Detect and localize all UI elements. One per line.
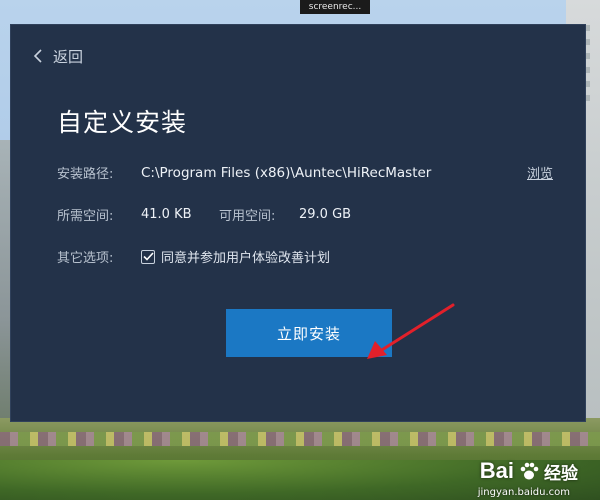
baidu-watermark: Bai 经验 xyxy=(480,458,578,484)
watermark-logo-text: Bai xyxy=(479,458,514,483)
page-title: 自定义安装 xyxy=(57,108,188,137)
install-path-label: 安装路径: xyxy=(57,167,114,182)
experience-program-checkbox[interactable] xyxy=(141,249,155,264)
experience-program-label: 同意并参加用户体验改善计划 xyxy=(161,251,331,266)
back-label: 返回 xyxy=(53,47,84,66)
back-button[interactable]: 返回 xyxy=(33,45,83,67)
install-path-value: C:\Program Files (x86)\Auntec\HiRecMaste… xyxy=(141,164,432,181)
recorder-label: screenrec... xyxy=(300,0,370,14)
available-space-label: 可用空间: xyxy=(219,209,276,224)
options-label: 其它选项: xyxy=(57,251,114,266)
browse-link[interactable]: 浏览 xyxy=(527,163,553,182)
install-now-button[interactable]: 立即安装 xyxy=(226,309,392,357)
install-path-row: 安装路径: C:\Program Files (x86)\Auntec\HiRe… xyxy=(57,163,557,183)
paw-icon xyxy=(520,462,539,480)
checkmark-icon xyxy=(142,252,154,261)
space-row: 所需空间: 41.0 KB 可用空间: 29.0 GB xyxy=(57,205,377,224)
required-space-label: 所需空间: xyxy=(57,209,114,224)
required-space-value: 41.0 KB xyxy=(141,207,192,222)
available-space-value: 29.0 GB xyxy=(299,207,352,222)
watermark-suffix: 经验 xyxy=(544,463,578,484)
installer-dialog: 返回 自定义安装 安装路径: C:\Program Files (x86)\Au… xyxy=(10,24,586,422)
watermark-url: jingyan.baidu.com xyxy=(477,487,570,498)
background-building-left xyxy=(0,140,10,440)
chevron-left-icon xyxy=(33,49,42,63)
options-row: 其它选项: 同意并参加用户体验改善计划 xyxy=(57,247,330,266)
